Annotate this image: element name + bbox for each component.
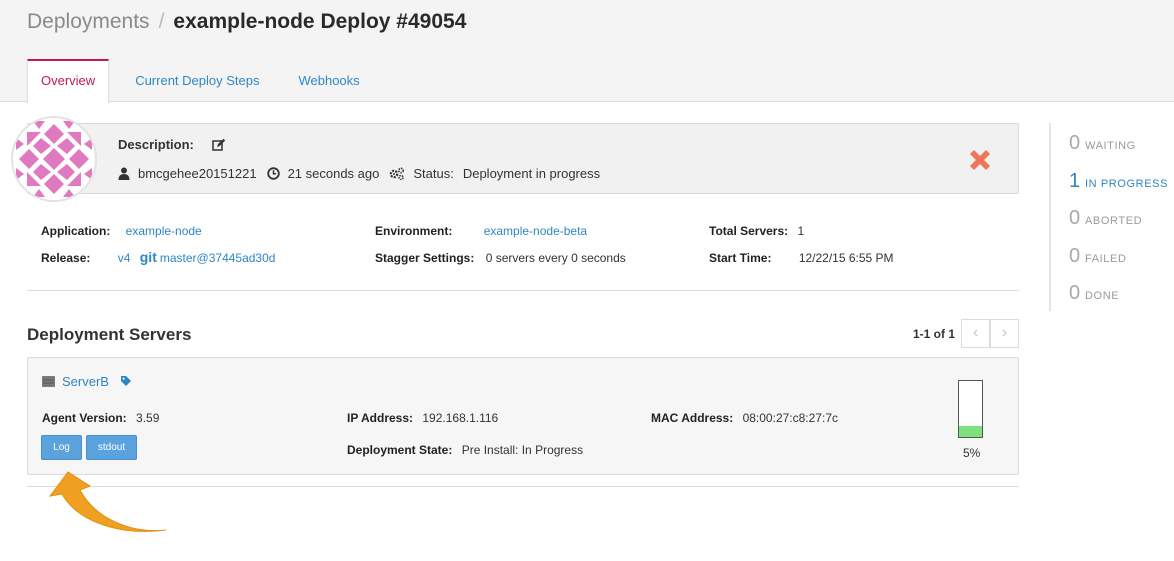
breadcrumb: Deployments / example-node Deploy #49054: [27, 9, 466, 35]
application-info: Application: example-node: [41, 223, 202, 239]
tag-icon[interactable]: [120, 375, 132, 387]
stagger-info: Stagger Settings: 0 servers every 0 seco…: [375, 250, 626, 266]
server-progress-bar: [958, 380, 983, 438]
status-value: Deployment in progress: [462, 165, 601, 181]
user-icon: [118, 167, 130, 180]
mac-address-info: MAC Address: 08:00:27:c8:27:7c: [651, 410, 838, 426]
status-waiting[interactable]: 0 WAITING: [1069, 132, 1136, 154]
close-x-icon[interactable]: [966, 146, 994, 174]
description-label: Description:: [118, 137, 194, 152]
server-name-row: ServerB: [42, 372, 132, 390]
deploy-meta-row: bmcgehee20151221 21 seconds ago Status: …: [118, 164, 600, 182]
page-title: example-node Deploy #49054: [173, 10, 467, 33]
application-link[interactable]: example-node: [126, 224, 202, 238]
cogs-icon: [390, 166, 405, 180]
environment-info: Environment: example-node-beta: [375, 223, 587, 239]
release-version-link[interactable]: v4: [118, 251, 131, 265]
divider: [27, 290, 1019, 291]
total-servers-info: Total Servers: 1: [709, 223, 804, 239]
deploy-time-ago: 21 seconds ago: [287, 165, 380, 181]
pager-next-button[interactable]: ›: [990, 319, 1019, 348]
status-waiting-label: WAITING: [1085, 140, 1136, 152]
server-progress-label: 5%: [963, 446, 981, 460]
log-button[interactable]: Log: [41, 435, 82, 460]
pager-count: 1-1 of 1: [913, 327, 956, 341]
release-label: Release:: [41, 251, 91, 265]
tab-bar: Overview Current Deploy Steps Webhooks: [27, 59, 373, 103]
curved-arrow-icon: [48, 471, 167, 532]
deployment-state-label: Deployment State:: [347, 443, 453, 457]
release-info: Release: v4 git master@37445ad30d: [41, 249, 275, 266]
ip-address-info: IP Address: 192.168.1.116: [347, 410, 498, 426]
ip-address-value: 192.168.1.116: [422, 411, 499, 425]
status-aborted-label: ABORTED: [1085, 215, 1143, 227]
stagger-value: 0 servers every 0 seconds: [485, 251, 626, 265]
stdout-button[interactable]: stdout: [86, 435, 137, 460]
environment-link[interactable]: example-node-beta: [484, 224, 587, 238]
breadcrumb-deployments-link[interactable]: Deployments: [27, 10, 150, 33]
status-aborted[interactable]: 0 ABORTED: [1069, 207, 1142, 229]
avatar: [11, 116, 97, 202]
start-time-value: 12/22/15 6:55 PM: [798, 251, 894, 265]
mac-address-value: 08:00:27:c8:27:7c: [742, 411, 838, 425]
deployment-state-info: Deployment State: Pre Install: In Progre…: [347, 442, 583, 458]
avatar-identicon: [16, 121, 92, 197]
mac-address-label: MAC Address:: [651, 411, 734, 425]
application-label: Application:: [41, 224, 111, 238]
start-time-label: Start Time:: [709, 251, 772, 265]
start-time-info: Start Time: 12/22/15 6:55 PM: [709, 250, 894, 266]
git-icon: git: [139, 249, 157, 265]
status-done-label: DONE: [1085, 290, 1120, 302]
environment-label: Environment:: [375, 224, 453, 238]
description-panel: [27, 123, 1019, 194]
agent-version-value: 3.59: [136, 411, 160, 425]
pencil-square-icon[interactable]: [212, 138, 226, 152]
status-done[interactable]: 0 DONE: [1069, 282, 1119, 304]
clock-icon: [266, 166, 280, 180]
stagger-label: Stagger Settings:: [375, 251, 475, 265]
servers-section-title: Deployment Servers: [27, 325, 192, 344]
release-commit-link[interactable]: master@37445ad30d: [160, 251, 276, 265]
ip-address-label: IP Address:: [347, 411, 414, 425]
tab-webhooks[interactable]: Webhooks: [285, 59, 372, 102]
status-in-progress-label: IN PROGRESS: [1085, 178, 1169, 190]
tab-current-deploy-steps[interactable]: Current Deploy Steps: [122, 59, 272, 102]
server-progress-fill: [959, 425, 982, 437]
total-servers-label: Total Servers:: [709, 224, 789, 238]
status-sidebar-divider: [1049, 123, 1051, 311]
deployment-state-value: Pre Install: In Progress: [461, 443, 584, 457]
tab-overview[interactable]: Overview: [27, 59, 110, 103]
total-servers-value: 1: [797, 224, 805, 238]
agent-version-info: Agent Version: 3.59: [42, 410, 159, 426]
status-failed[interactable]: 0 FAILED: [1069, 245, 1127, 267]
status-label: Status:: [413, 165, 454, 181]
status-failed-label: FAILED: [1085, 253, 1127, 265]
agent-version-label: Agent Version:: [42, 411, 127, 425]
breadcrumb-separator: /: [158, 10, 165, 33]
server-icon: [42, 375, 55, 387]
pager-prev-button[interactable]: ‹: [961, 319, 990, 348]
deploy-user: bmcgehee20151221: [138, 165, 257, 181]
status-in-progress[interactable]: 1 IN PROGRESS: [1069, 170, 1168, 192]
server-name-link[interactable]: ServerB: [62, 374, 109, 389]
